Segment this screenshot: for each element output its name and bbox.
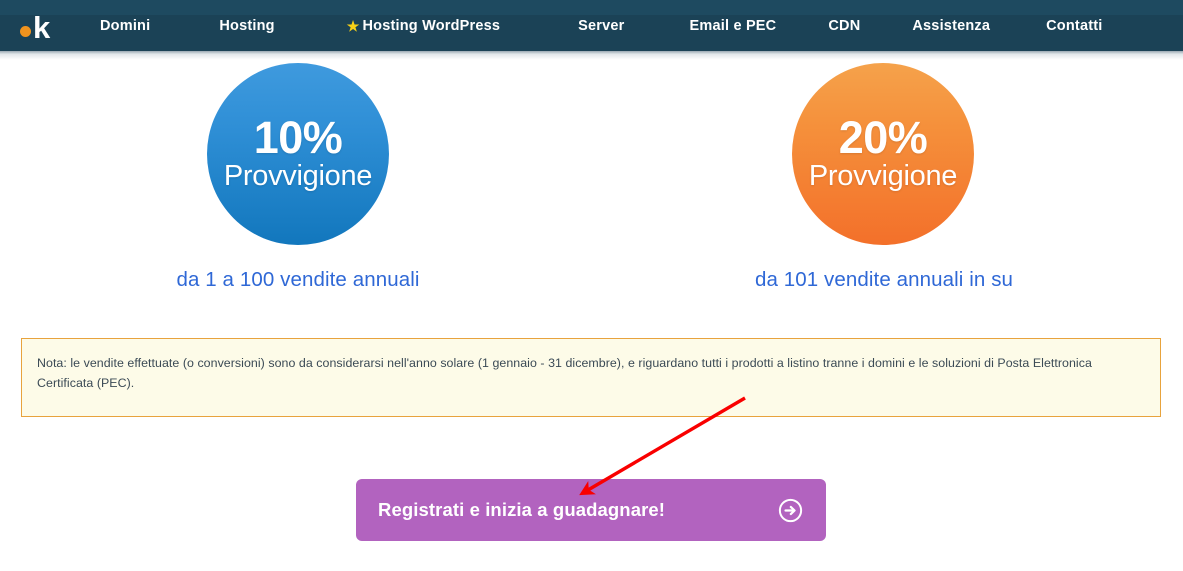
commission-percent: 20%: [838, 111, 928, 163]
site-logo[interactable]: k: [20, 8, 50, 45]
star-icon: ★: [346, 17, 360, 34]
nav-item-email-e-pec[interactable]: Email e PEC: [690, 18, 777, 34]
nav-item-label: Hosting WordPress: [362, 17, 501, 34]
logo-text: k: [33, 10, 50, 45]
nav-item-label: CDN: [828, 17, 861, 34]
commission-caption-20: da 101 vendite annuali in su: [754, 268, 1014, 291]
nav-item-label: Hosting: [219, 17, 275, 34]
register-cta-label: Registrati e inizia a guadagnare!: [378, 499, 666, 520]
nav-item-list: Domini Hosting ★ Hosting WordPress Serve…: [92, 0, 1103, 51]
nav-item-label: Email e PEC: [689, 17, 777, 34]
commission-circle: 20% Provvigione: [792, 63, 974, 245]
note-text: Nota: le vendite effettuate (o conversio…: [37, 356, 1092, 390]
nav-item-label: Server: [578, 17, 625, 34]
nav-item-label: Contatti: [1046, 17, 1103, 34]
navbar-shadow: [0, 51, 1183, 60]
commission-circle: 10% Provvigione: [207, 63, 389, 245]
nav-item-domini[interactable]: Domini: [100, 18, 150, 34]
nav-item-label: Assistenza: [912, 17, 991, 34]
nav-item-hosting[interactable]: Hosting: [219, 18, 274, 34]
nav-item-assistenza[interactable]: Assistenza: [912, 18, 990, 34]
nav-item-label: Domini: [100, 17, 151, 34]
arrow-right-circle-icon: [778, 498, 803, 522]
commission-caption-10: da 1 a 100 vendite annuali: [176, 268, 420, 291]
register-cta-button[interactable]: Registrati e inizia a guadagnare!: [356, 479, 826, 541]
nav-item-hosting-wordpress[interactable]: ★ Hosting WordPress: [347, 18, 500, 34]
nav-item-contatti[interactable]: Contatti: [1046, 18, 1102, 34]
commission-badge-20: 20% Provvigione: [792, 63, 974, 245]
commission-badge-10: 10% Provvigione: [207, 63, 389, 245]
nav-item-server[interactable]: Server: [578, 18, 624, 34]
note-callout-box: Nota: le vendite effettuate (o conversio…: [21, 338, 1161, 417]
commission-label: Provvigione: [223, 159, 373, 192]
affiliate-commission-page: k Domini Hosting ★ Hosting WordPress Ser…: [0, 0, 1183, 571]
commission-label: Provvigione: [808, 159, 958, 192]
orange-dot-icon: [20, 26, 31, 37]
nav-item-cdn[interactable]: CDN: [828, 18, 860, 34]
commission-percent: 10%: [253, 111, 343, 163]
main-navigation-bar: k Domini Hosting ★ Hosting WordPress Ser…: [0, 0, 1183, 51]
